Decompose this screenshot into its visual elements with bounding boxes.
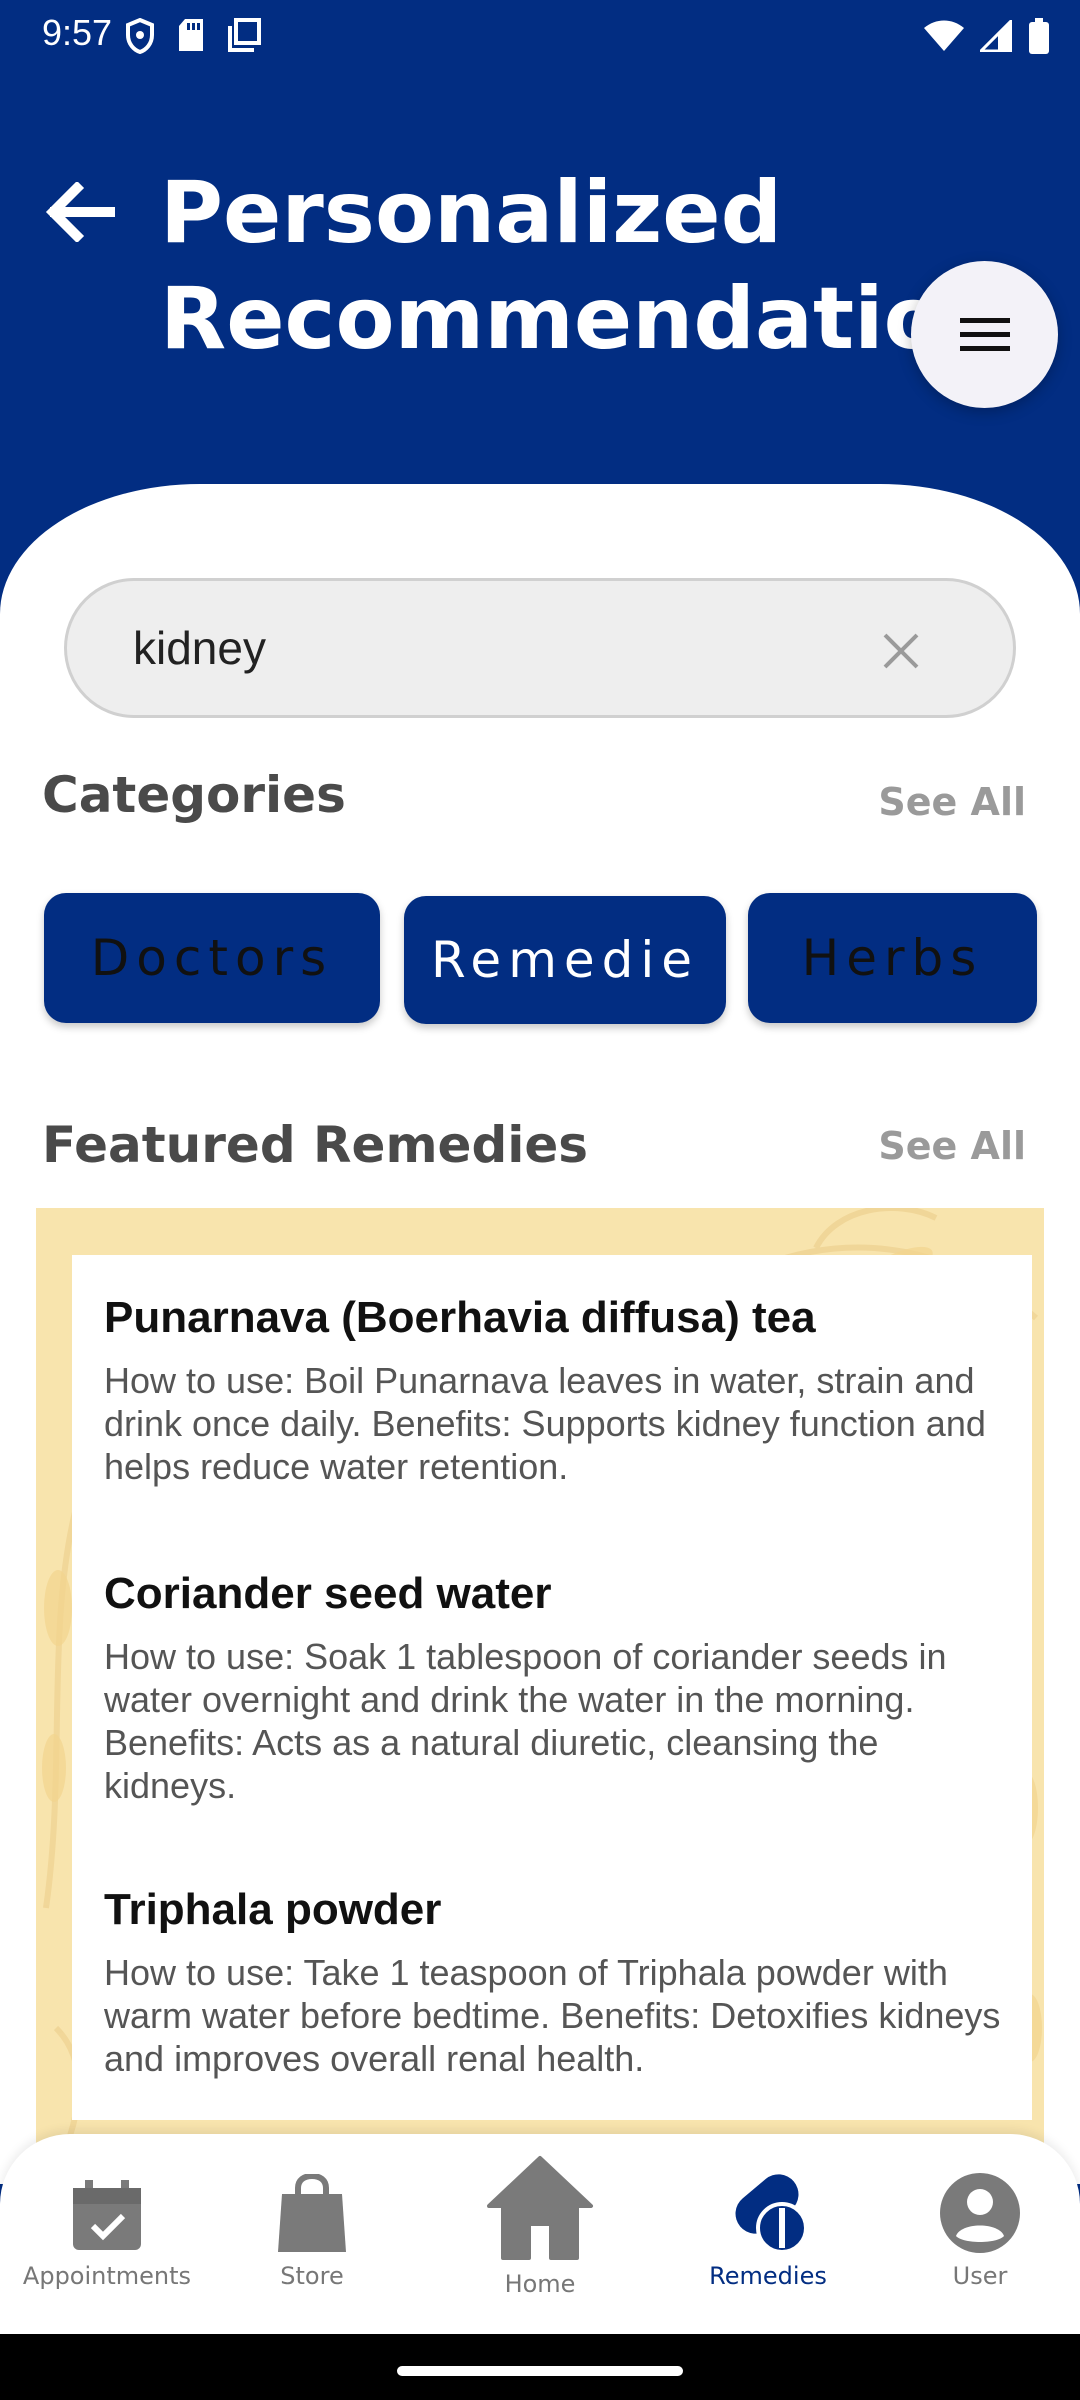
remedy-name: Triphala powder [104,1885,442,1934]
nav-label: User [952,2262,1008,2290]
copy-icon [228,18,261,52]
account-circle-icon [940,2173,1020,2253]
category-label: Herbs [801,929,984,987]
featured-remedies-title: Featured Remedies [42,1116,589,1174]
category-remedies-button[interactable]: Remedie [404,896,726,1024]
shield-icon [126,18,154,54]
hamburger-menu-icon [959,317,1010,351]
status-time: 9:57 [42,12,113,53]
nav-label: Home [504,2270,576,2298]
featured-remedies-card: Punarnava (Boerhavia diffusa) tea How to… [72,1255,1032,2120]
remedy-description: How to use: Soak 1 tablespoon of coriand… [104,1636,947,1806]
remedy-name: Coriander seed water [104,1569,552,1618]
remedy-description: How to use: Boil Punarnava leaves in wat… [104,1360,986,1487]
nav-item-user[interactable]: User [880,2134,1080,2334]
search-clear-button[interactable] [871,621,931,681]
category-label: Remedie [430,931,700,989]
nav-label: Appointments [22,2262,192,2290]
pills-icon [735,2174,808,2254]
status-bar: 9:57 [0,0,1080,72]
list-item[interactable]: Coriander seed water How to use: Soak 1 … [104,1567,1004,1807]
nav-item-home[interactable]: Home [440,2134,640,2334]
nav-label: Store [280,2262,344,2290]
bottom-navigation: Appointments Store Home Remedies User [0,2134,1080,2334]
home-icon [487,2156,593,2260]
category-herbs-button[interactable]: Herbs [748,893,1037,1023]
status-left-icons [125,18,261,54]
list-item[interactable]: Triphala powder How to use: Take 1 teasp… [104,1883,1004,2080]
nav-item-appointments[interactable]: Appointments [0,2134,214,2334]
category-label: Doctors [90,929,334,987]
categories-title: Categories [42,766,346,824]
nav-label: Remedies [709,2262,827,2290]
page-title: Personalized Recommendation [160,163,1004,369]
nav-item-remedies[interactable]: Remedies [668,2134,868,2334]
remedy-name: Punarnava (Boerhavia diffusa) tea [104,1293,816,1342]
arrow-left-icon [45,182,115,242]
search-value[interactable]: kidney [133,621,266,675]
featured-see-all-link[interactable]: See All [878,1124,1026,1168]
wifi-icon [924,20,964,51]
sd-card-icon [179,19,203,51]
battery-icon [1029,18,1049,54]
categories-see-all-link[interactable]: See All [878,780,1026,824]
search-input[interactable]: kidney [64,578,1016,718]
signal-icon [980,20,1012,52]
home-indicator[interactable] [397,2366,683,2376]
close-icon [883,633,919,669]
back-button[interactable] [40,172,120,252]
menu-button[interactable] [911,261,1058,408]
remedy-description: How to use: Take 1 teaspoon of Triphala … [104,1952,1001,2079]
status-right-icons [924,18,1050,54]
category-doctors-button[interactable]: Doctors [44,893,380,1023]
shopping-bag-icon [278,2174,346,2252]
list-item[interactable]: Punarnava (Boerhavia diffusa) tea How to… [104,1291,1004,1488]
calendar-check-icon [73,2180,141,2250]
nav-item-store[interactable]: Store [214,2134,410,2334]
